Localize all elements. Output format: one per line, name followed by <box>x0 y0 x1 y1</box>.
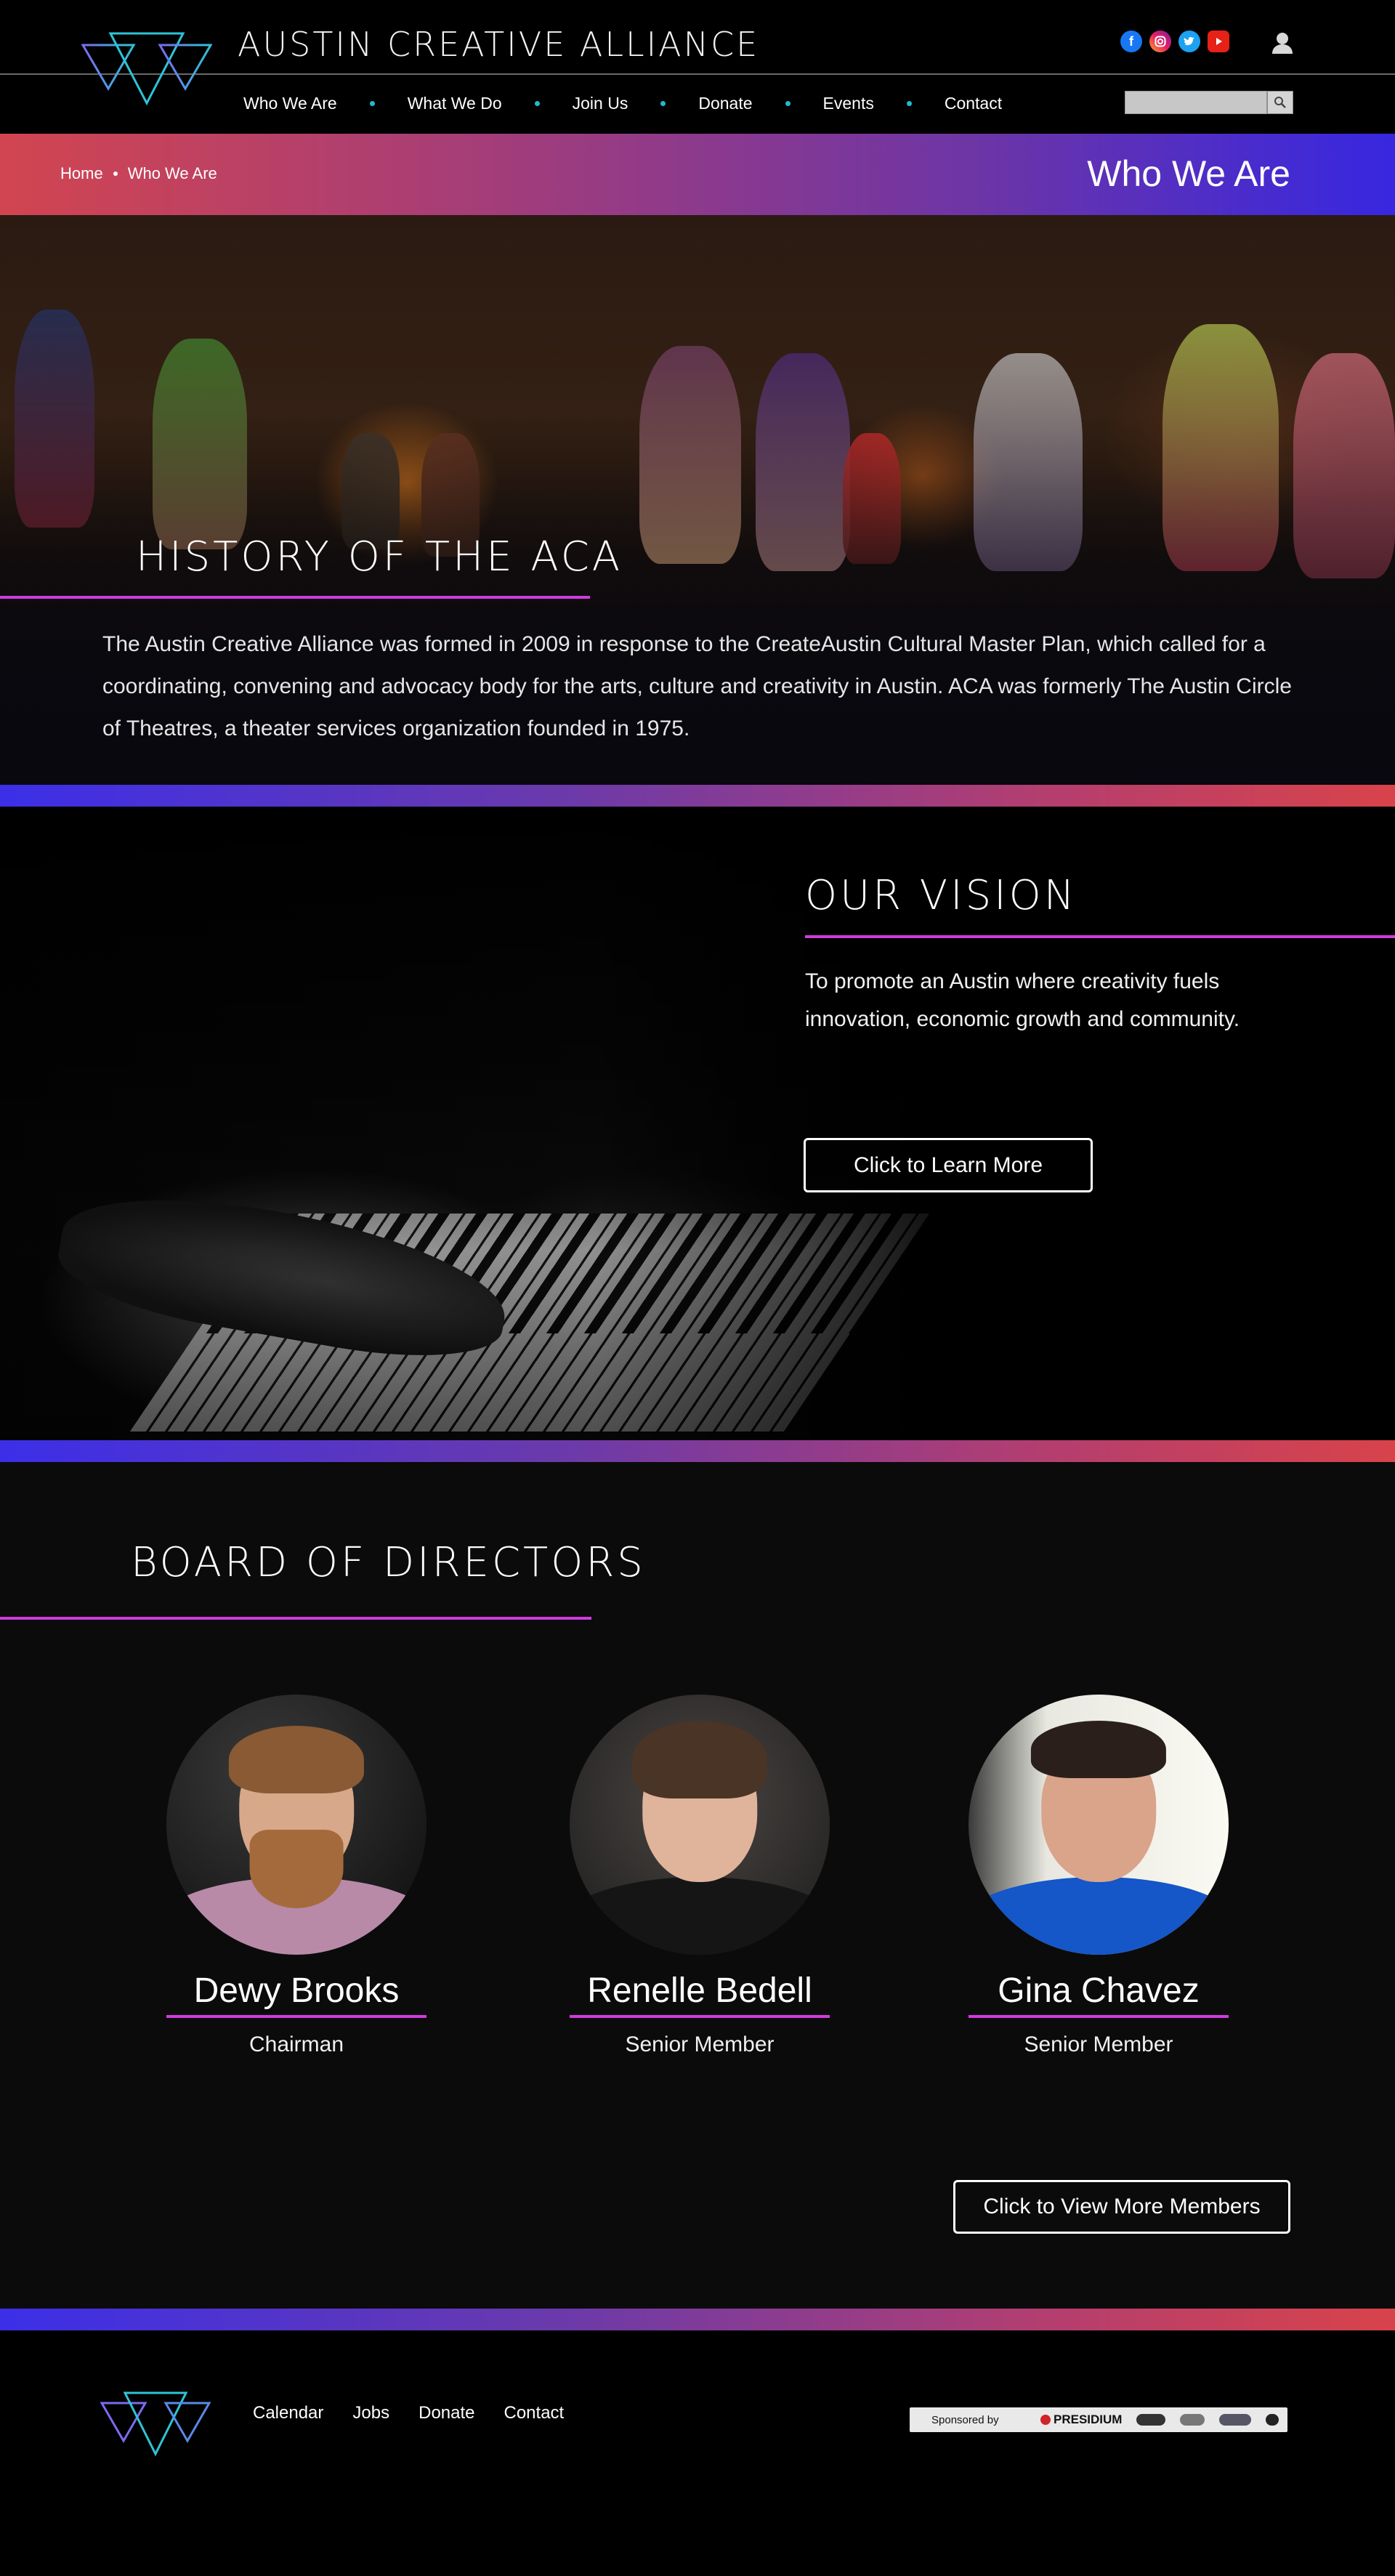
learn-more-button[interactable]: Click to Learn More <box>804 1138 1093 1192</box>
presidium-mark-icon <box>1040 2415 1051 2425</box>
board-title: BOARD OF DIRECTORS <box>131 1539 646 1586</box>
search-input[interactable] <box>1125 91 1267 114</box>
nav-events[interactable]: Events <box>823 94 874 113</box>
avatar <box>969 1695 1229 1955</box>
presidium-logo: PRESIDIUM <box>1040 2413 1122 2427</box>
nav-separator <box>660 100 666 106</box>
aca-logo[interactable] <box>100 2389 211 2458</box>
breadcrumb-home[interactable]: Home <box>60 164 103 183</box>
board-member-card[interactable]: Dewy Brooks Chairman <box>166 1695 427 2057</box>
main-nav: Who We Are What We Do Join Us Donate Eve… <box>243 90 1002 116</box>
sponsor-logo <box>1266 2414 1279 2426</box>
aca-logo[interactable] <box>81 29 212 109</box>
footer-link-contact[interactable]: Contact <box>504 2403 565 2423</box>
board-section: BOARD OF DIRECTORS Dewy Brooks Chairman … <box>0 1462 1395 2309</box>
history-title: HISTORY OF THE ACA <box>136 533 623 581</box>
breadcrumb-separator <box>113 171 118 176</box>
member-name: Renelle Bedell <box>587 1971 812 2010</box>
board-member-card[interactable]: Gina Chavez Senior Member <box>968 1695 1229 2057</box>
nav-separator <box>369 100 375 106</box>
member-name: Dewy Brooks <box>193 1971 400 2010</box>
member-name-underline <box>570 2015 830 2018</box>
social-links: f <box>1120 31 1229 52</box>
sponsor-strip[interactable]: Sponsored by PRESIDIUM <box>910 2407 1287 2432</box>
footer-link-calendar[interactable]: Calendar <box>253 2403 323 2423</box>
site-footer: Calendar Jobs Donate Contact Sponsored b… <box>0 2330 1395 2576</box>
member-name-underline <box>969 2015 1229 2018</box>
member-role: Chairman <box>248 2032 344 2056</box>
site-header: AUSTIN CREATIVE ALLIANCE f Who We Are Wh… <box>0 0 1395 134</box>
breadcrumb-current[interactable]: Who We Are <box>128 164 217 183</box>
nav-what-we-do[interactable]: What We Do <box>408 94 502 113</box>
search-button[interactable] <box>1267 91 1293 114</box>
nav-separator <box>534 100 540 106</box>
nav-who-we-are[interactable]: Who We Are <box>243 94 337 113</box>
page-title: Who We Are <box>1087 153 1290 194</box>
gradient-divider <box>0 1440 1395 1462</box>
board-title-underline <box>0 1617 591 1620</box>
footer-link-jobs[interactable]: Jobs <box>352 2403 389 2423</box>
footer-link-donate[interactable]: Donate <box>418 2403 474 2423</box>
nav-contact[interactable]: Contact <box>945 94 1002 113</box>
vision-title: OUR VISION <box>805 872 1077 919</box>
nav-join-us[interactable]: Join Us <box>573 94 628 113</box>
history-title-underline <box>0 596 590 599</box>
member-name: Gina Chavez <box>998 1971 1200 2010</box>
board-member-card[interactable]: Renelle Bedell Senior Member <box>569 1695 830 2057</box>
user-icon[interactable] <box>1270 31 1295 55</box>
footer-nav: Calendar Jobs Donate Contact <box>253 2403 564 2423</box>
history-text: The Austin Creative Alliance was formed … <box>102 632 1292 740</box>
instagram-icon[interactable] <box>1149 31 1171 52</box>
nav-separator <box>906 100 912 106</box>
vision-section: OUR VISION To promote an Austin where cr… <box>0 807 1395 1440</box>
search-bar <box>1125 91 1293 114</box>
page-banner: Home Who We Are Who We Are <box>0 134 1395 215</box>
gradient-divider <box>0 2309 1395 2330</box>
facebook-icon[interactable]: f <box>1120 31 1142 52</box>
gradient-divider <box>0 785 1395 807</box>
nav-separator <box>785 100 790 106</box>
avatar <box>570 1695 830 1955</box>
member-role: Senior Member <box>625 2032 775 2056</box>
sponsor-logo <box>1219 2414 1252 2426</box>
view-more-members-button[interactable]: Click to View More Members <box>953 2180 1290 2234</box>
avatar <box>166 1695 426 1955</box>
youtube-icon[interactable] <box>1208 31 1229 52</box>
vision-title-underline <box>805 935 1395 938</box>
breadcrumb: Home Who We Are <box>60 164 217 183</box>
sponsor-logo <box>1136 2414 1166 2426</box>
nav-donate[interactable]: Donate <box>698 94 752 113</box>
search-icon <box>1274 97 1286 108</box>
sponsor-label: Sponsored by <box>931 2413 999 2426</box>
history-section: HISTORY OF THE ACA The Austin Creative A… <box>0 215 1395 785</box>
twitter-icon[interactable] <box>1178 31 1200 52</box>
site-title[interactable]: AUSTIN CREATIVE ALLIANCE <box>238 25 759 64</box>
vision-text: To promote an Austin where creativity fu… <box>805 969 1240 1031</box>
member-name-underline <box>166 2015 426 2018</box>
member-role: Senior Member <box>1024 2032 1173 2056</box>
sponsor-logo <box>1180 2414 1205 2426</box>
